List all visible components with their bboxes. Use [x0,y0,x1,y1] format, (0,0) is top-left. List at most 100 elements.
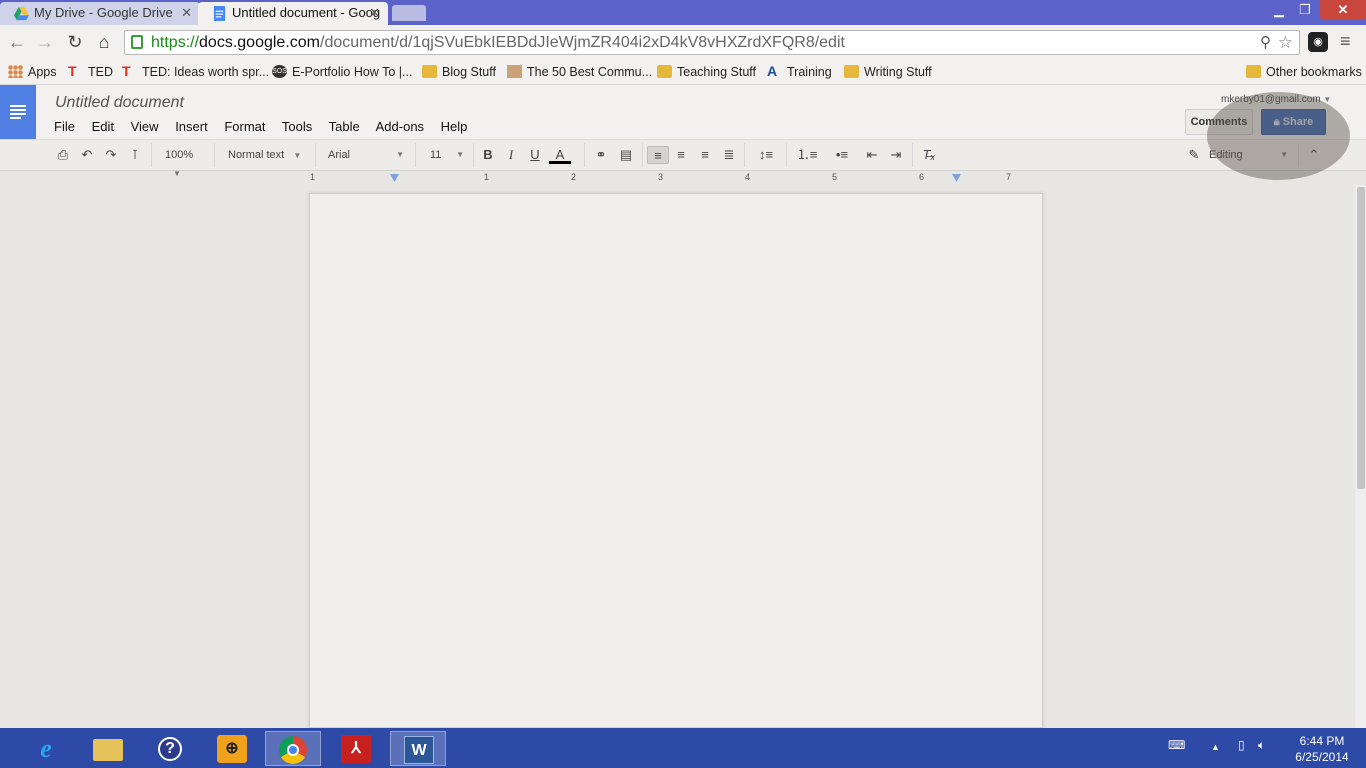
bookmark-ted-ideas[interactable]: T TED: Ideas worth spr... [122,63,269,81]
align-right-icon[interactable]: ≡ [696,146,714,164]
document-title[interactable]: Untitled document [55,94,184,112]
undo-icon[interactable]: ↶ [78,146,96,164]
taskbar-word[interactable]: W [390,731,446,766]
lock-icon: 🔒︎ [1273,116,1283,128]
folder-icon [1246,65,1261,78]
new-tab-button[interactable] [392,5,426,21]
account-switcher[interactable]: mkerby01@gmail.com ▼ [1221,94,1331,105]
scrollbar-thumb[interactable] [1357,187,1365,489]
lock-icon [131,35,143,49]
menu-file[interactable]: File [54,119,75,134]
redo-icon[interactable]: ↷ [102,146,120,164]
chevron-down-icon: ▼ [456,150,464,159]
text-color-icon[interactable]: A [549,146,571,164]
zoom-select[interactable]: 100% ▼ [165,146,210,178]
increase-indent-icon[interactable]: ⇥ [887,146,905,164]
italic-icon[interactable]: I [503,146,519,164]
minimize-icon[interactable]: ▁ [1266,0,1292,20]
bookmark-other[interactable]: Other bookmarks [1246,63,1362,81]
underline-icon[interactable]: U [527,146,543,164]
menu-add-ons[interactable]: Add-ons [376,119,424,134]
taskbar-internet-explorer[interactable]: e [18,731,74,766]
back-arrow-icon[interactable]: ← [6,31,28,53]
url-path: /document/d/1qjSVuEbkIEBDdJIeWjmZR404i2x… [320,34,845,51]
taskbar-chrome[interactable] [265,731,321,766]
bookmark-teaching-stuff[interactable]: Teaching Stuff [657,63,756,81]
numbered-list-icon[interactable]: ⒈≡ [793,146,821,164]
bookmark-apps[interactable]: Apps [8,63,57,81]
star-bookmark-icon[interactable]: ☆ [1278,31,1293,54]
tab-my-drive[interactable]: My Drive - Google Drive ✕ [0,2,200,25]
menu-tools[interactable]: Tools [282,119,312,134]
comments-button[interactable]: Comments [1185,109,1253,135]
apps-grid-icon [8,65,23,78]
docs-home-icon[interactable] [0,85,36,139]
restore-icon[interactable]: ❐ [1292,0,1318,20]
forward-arrow-icon[interactable]: → [34,31,56,53]
toolbar-divider [473,143,474,167]
close-tab-icon[interactable]: ✕ [181,2,192,24]
menu-table[interactable]: Table [329,119,360,134]
print-icon[interactable]: ⎙ [54,146,72,164]
extension-owl-icon[interactable]: ◉ [1308,32,1328,52]
font-select[interactable]: Arial ▼ [328,146,408,164]
menu-format[interactable]: Format [224,119,265,134]
bulleted-list-icon[interactable]: •≡ [828,146,856,164]
reload-icon[interactable]: ↻ [64,31,86,53]
window-close-icon[interactable]: ✕ [1320,0,1366,20]
menu-view[interactable]: View [131,119,159,134]
collapse-toolbar-icon[interactable]: ⌃ [1305,146,1323,164]
bookmark-blog-stuff[interactable]: Blog Stuff [422,63,496,81]
system-clock[interactable]: 6:44 PM 6/25/2014 [1284,733,1360,765]
clear-formatting-icon[interactable]: T̶ₓ [920,146,938,164]
bookmark-ted[interactable]: T TED [68,63,113,81]
align-justify-icon[interactable]: ≣ [720,146,738,164]
ruler[interactable]: 1 1 2 3 4 5 6 7 [308,172,1044,184]
menu-edit[interactable]: Edit [92,119,114,134]
keyboard-icon[interactable]: ⌨ [1168,738,1185,752]
toolbar-divider [214,143,215,167]
battery-icon[interactable]: ▯ [1238,738,1245,752]
editing-mode-select[interactable]: Editing ▼ [1209,146,1294,164]
menu-help[interactable]: Help [441,119,468,134]
align-left-icon[interactable]: ≡ [647,146,669,164]
folder-icon [657,65,672,78]
align-center-icon[interactable]: ≡ [672,146,690,164]
paint-format-icon[interactable]: ⊺ [126,146,144,164]
sos-icon: SOS [272,65,287,78]
address-bar[interactable]: https://docs.google.com/document/d/1qjSV… [124,30,1300,55]
volume-muted-icon[interactable]: 🔈︎ [1258,738,1265,753]
pencil-icon: ✎ [1188,147,1200,162]
share-button[interactable]: 🔒︎ Share [1261,109,1326,135]
font-size-select[interactable]: 11 ▼ [430,146,468,164]
decrease-indent-icon[interactable]: ⇤ [863,146,881,164]
taskbar-globe-app[interactable]: ⊕ [204,731,260,766]
document-page[interactable] [309,193,1043,728]
toolbar-divider [912,143,913,167]
style-select[interactable]: Normal text ▼ [228,146,308,164]
toolbar-divider [1298,143,1299,167]
url-host: docs.google.com [199,34,320,51]
comment-icon[interactable]: ▤ [617,146,635,164]
bookmark-e-portfolio[interactable]: SOS E-Portfolio How To |... [272,63,412,81]
bookmark-50-best[interactable]: The 50 Best Commu... [507,63,652,81]
taskbar-acrobat[interactable]: ⅄ [328,731,384,766]
font-value: Arial [328,149,351,161]
menu-insert[interactable]: Insert [175,119,208,134]
close-tab-icon[interactable]: ✕ [369,2,380,24]
home-icon[interactable]: ⌂ [93,31,115,53]
bold-icon[interactable]: B [480,146,496,164]
bookmark-training[interactable]: A Training [767,63,832,81]
chevron-down-icon: ▼ [1280,150,1288,159]
line-spacing-icon[interactable]: ↕≡ [752,146,780,164]
taskbar-file-explorer[interactable] [80,731,136,766]
bookmark-writing-stuff[interactable]: Writing Stuff [844,63,932,81]
help-icon: ? [158,737,182,761]
link-icon[interactable]: ⚭ [592,146,610,164]
search-icon[interactable]: ⚲ [1260,31,1271,54]
toolbar-divider [584,143,585,167]
show-hidden-icons-icon[interactable]: ▲ [1211,742,1220,752]
tab-untitled-document[interactable]: Untitled document - Goog ✕ [198,2,388,25]
taskbar-help[interactable]: ? [142,731,198,766]
chrome-menu-icon[interactable]: ≡ [1340,32,1358,50]
